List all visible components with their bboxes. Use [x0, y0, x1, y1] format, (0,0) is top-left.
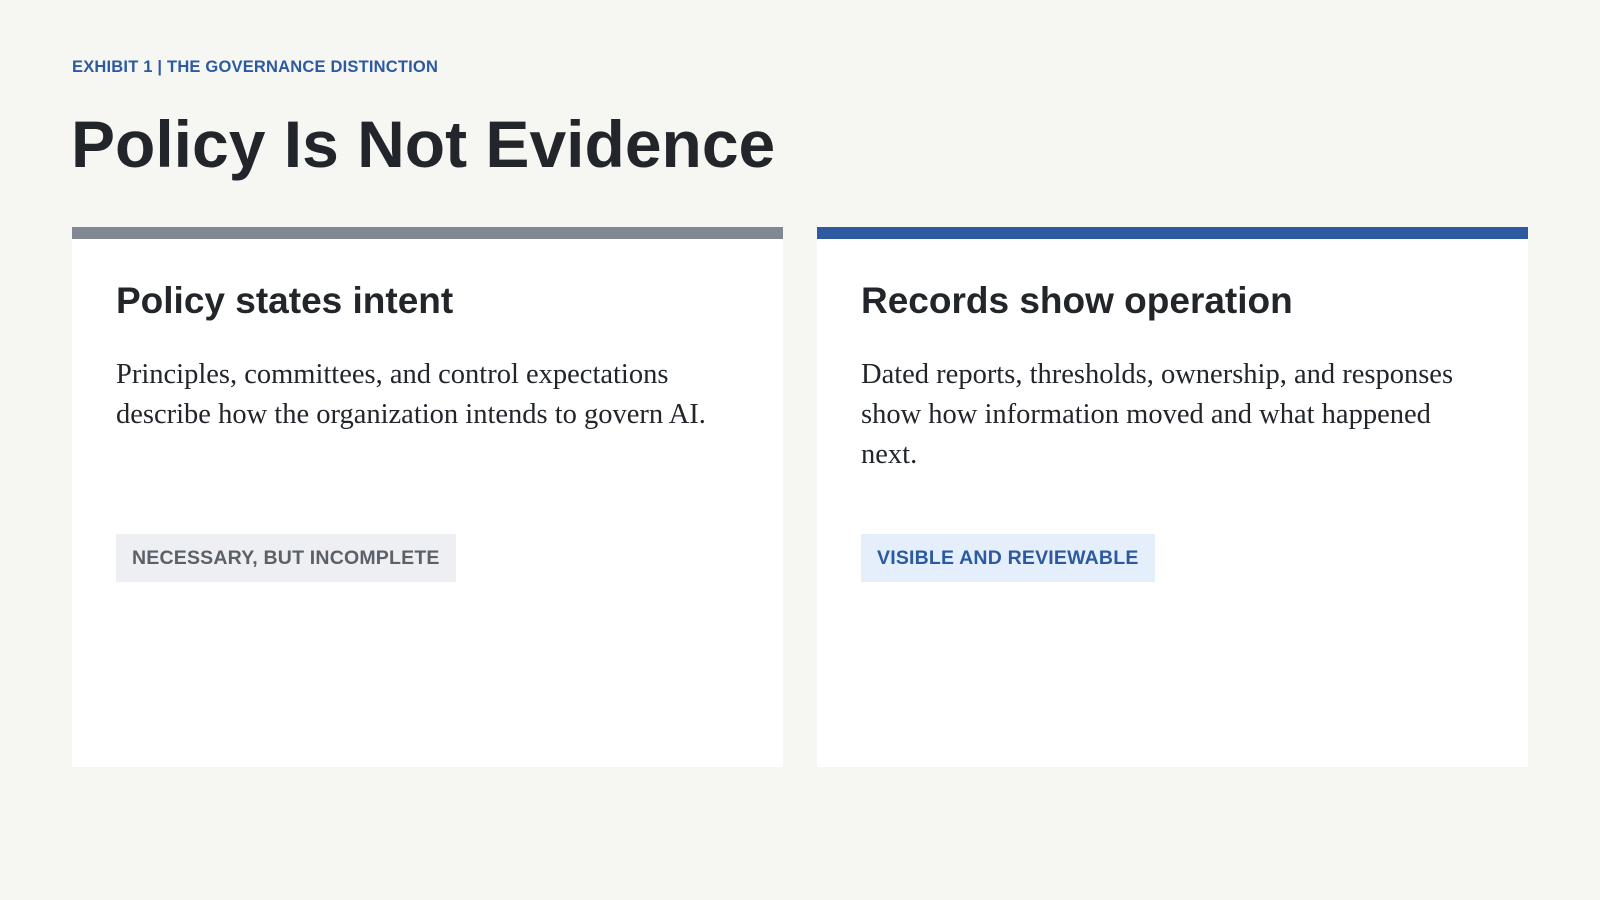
records-card: Records show operation Dated reports, th… — [817, 227, 1528, 767]
policy-card-heading: Policy states intent — [116, 280, 454, 321]
page-title: Policy Is Not Evidence — [71, 107, 776, 181]
records-card-tag: VISIBLE AND REVIEWABLE — [861, 534, 1155, 582]
policy-card: Policy states intent Principles, committ… — [72, 227, 783, 767]
exhibit-label: EXHIBIT 1 | THE GOVERNANCE DISTINCTION — [72, 58, 439, 76]
policy-card-tag: NECESSARY, BUT INCOMPLETE — [116, 534, 456, 582]
records-card-body: Dated reports, thresholds, ownership, an… — [861, 359, 1454, 470]
policy-card-body: Principles, committees, and control expe… — [116, 359, 706, 430]
policy-card-accent-bar — [72, 227, 783, 239]
records-card-accent-bar — [817, 227, 1528, 239]
records-card-heading: Records show operation — [861, 280, 1293, 321]
